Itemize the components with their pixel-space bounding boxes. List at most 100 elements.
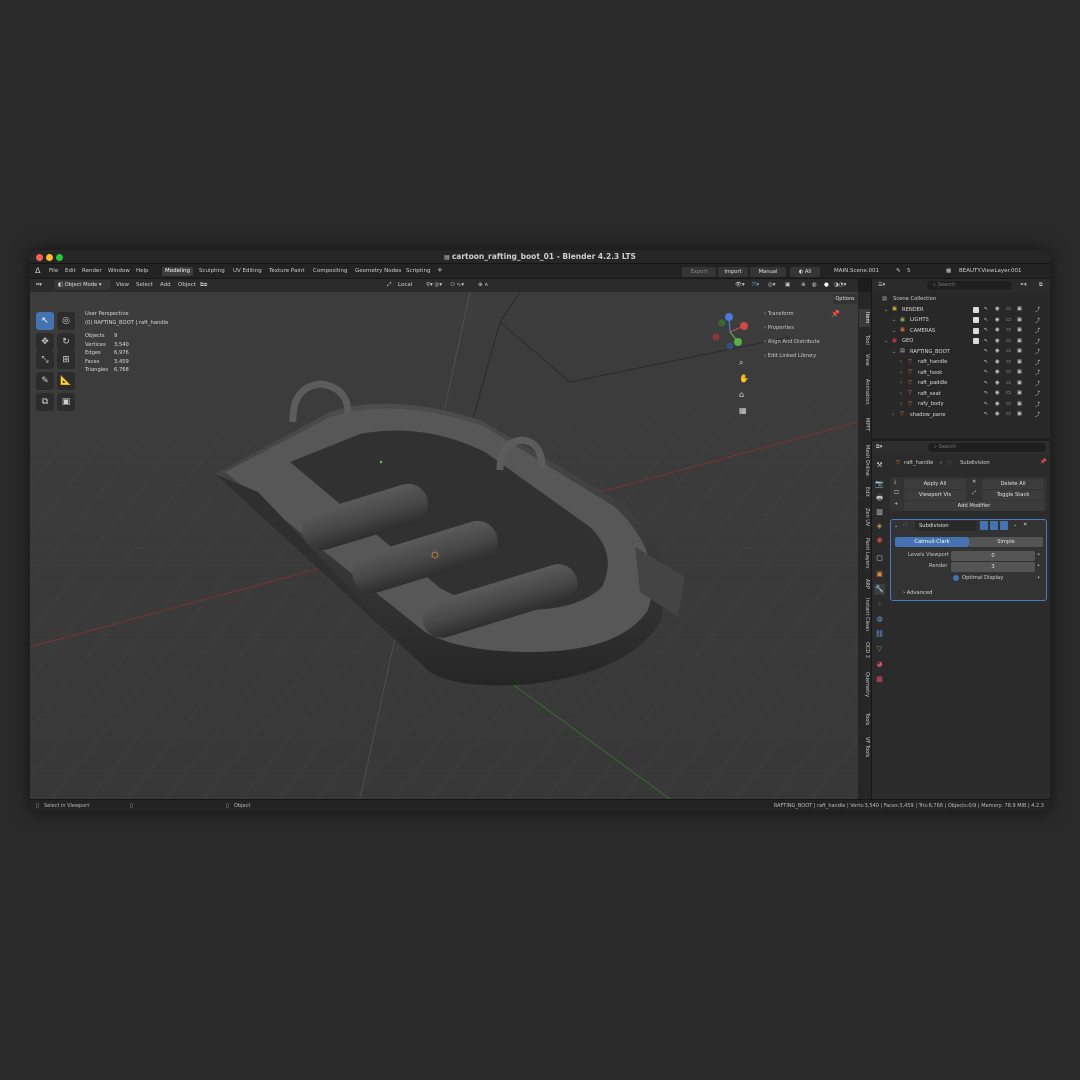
modifier-tab-icon[interactable]: 🔧	[874, 584, 885, 595]
import-button[interactable]: Import	[718, 267, 748, 277]
world-tab-icon[interactable]: ◉	[874, 535, 885, 546]
monitor-icon[interactable]: ▭	[1006, 401, 1011, 407]
npanel-edit-linked-library[interactable]: › Edit Linked Library	[764, 353, 816, 359]
move-tool[interactable]: ✥	[36, 333, 54, 351]
menu-add[interactable]: Add	[160, 282, 171, 288]
outliner-row-cameras[interactable]: ⌄ ▣ CAMERAS ↖ ◉ ▭ ▣ ⤴	[872, 326, 1050, 337]
npanel-transform[interactable]: › Transform	[764, 311, 794, 317]
remove-modifier-icon[interactable]: ✕	[1023, 522, 1027, 528]
select-arrow-icon[interactable]: ↖	[984, 359, 988, 365]
view-layer-selector[interactable]: BEAUTY.ViewLayer.001	[959, 268, 1022, 274]
menu-object[interactable]: Object	[178, 282, 196, 288]
outliner-row-render[interactable]: ⌄ ▣ RENDER ↖ ◉ ▭ ▣ ⤴	[872, 305, 1050, 316]
eye-icon[interactable]: ◉	[995, 338, 1000, 344]
workspace-tab-sculpting[interactable]: Sculpting	[196, 267, 228, 276]
3d-viewport[interactable]: ↖ ◎ ✥ ↻ ⤡ ⊞ ✎ 📐 ⧉ ▣ User Perspective (0)…	[30, 292, 858, 799]
sidebar-tab-view[interactable]: View	[859, 352, 870, 368]
sidebar-tab-mesh-online[interactable]: Mesh Online	[859, 440, 870, 480]
sidebar-tab-tool[interactable]: Tool	[859, 332, 870, 348]
outliner-row-rafy-body[interactable]: › ▽ rafy_body ↖ ◉ ▭ ▣ ⤴	[872, 399, 1050, 410]
camera-icon[interactable]: ▣	[1017, 390, 1022, 396]
camera-icon[interactable]: ▣	[1017, 380, 1022, 386]
sidebar-tab-vf-tools[interactable]: VF Tools	[859, 734, 870, 760]
sidebar-tab-quemetry[interactable]: Quemetry	[859, 666, 870, 704]
camera-icon[interactable]: ▣	[1017, 369, 1022, 375]
menu-help[interactable]: Help	[136, 268, 149, 274]
extra-tool[interactable]: ▣	[57, 393, 75, 411]
viewport-vis-button[interactable]: Viewport Vis	[904, 490, 966, 500]
visibility-icon[interactable]: 👁▾	[735, 282, 745, 288]
select-arrow-icon[interactable]: ↖	[984, 401, 988, 407]
collection-tab-icon[interactable]: ▢	[874, 553, 885, 564]
select-arrow-icon[interactable]: ↖	[984, 380, 988, 386]
simple-option[interactable]: Simple	[969, 537, 1043, 547]
scene-selector[interactable]: MAIN.Scene.001	[834, 268, 879, 274]
render-tab-icon[interactable]: 📷	[874, 479, 885, 490]
levels-viewport-field[interactable]: 0	[951, 551, 1035, 561]
sidebar-tab-item[interactable]: Item	[859, 309, 870, 327]
properties-search-input[interactable]: ⌕ Search	[928, 443, 1046, 452]
monitor-icon[interactable]: ▭	[1006, 338, 1011, 344]
select-arrow-icon[interactable]: ↖	[984, 369, 988, 375]
material-tab-icon[interactable]: ◕	[874, 659, 885, 670]
object-tab-icon[interactable]: ▣	[874, 569, 885, 580]
delete-all-button[interactable]: Delete All	[982, 479, 1044, 489]
transform-tool[interactable]: ⊞	[57, 351, 75, 369]
exclude-checkbox[interactable]	[973, 327, 979, 334]
menu-select[interactable]: Select	[136, 282, 153, 288]
sidebar-tab-arp[interactable]: ARP	[859, 577, 870, 591]
menu-view[interactable]: View	[116, 282, 129, 288]
rotate-tool[interactable]: ↻	[57, 333, 75, 351]
edit-mode-toggle-icon[interactable]	[980, 521, 988, 530]
wireframe-shading-icon[interactable]: ⊕	[801, 282, 806, 288]
manual-button[interactable]: Manual	[750, 267, 786, 277]
link-icon[interactable]: ⤴	[1035, 306, 1040, 313]
add-cube-tool[interactable]: ⧉	[36, 393, 54, 411]
workspace-tab-compositing[interactable]: Compositing	[310, 267, 350, 276]
link-icon[interactable]: ⤴	[1035, 401, 1040, 408]
chevron-down-icon[interactable]: ⌄	[894, 523, 898, 529]
eye-icon[interactable]: ◉	[995, 369, 1000, 375]
link-icon[interactable]: ⤴	[1035, 411, 1040, 418]
expand-chevron-icon[interactable]: ⌄	[884, 307, 888, 313]
render-levels-field[interactable]: 3	[951, 562, 1035, 572]
camera-icon[interactable]: ▣	[1017, 306, 1022, 312]
new-collection-icon[interactable]: ⧉	[1039, 282, 1043, 289]
export-button[interactable]: Export	[682, 267, 716, 277]
catmull-clark-option[interactable]: Catmull-Clark	[895, 537, 969, 547]
proportional-icon[interactable]: ⚇ ∿▾	[450, 282, 464, 288]
link-icon[interactable]: ⤴	[1035, 317, 1040, 324]
expand-chevron-icon[interactable]: ›	[900, 359, 902, 365]
exclude-checkbox[interactable]	[973, 338, 979, 344]
select-box-tool[interactable]: ↖	[36, 312, 54, 330]
exclude-checkbox[interactable]	[973, 306, 979, 313]
sidebar-tab-mpft[interactable]: MPFT	[859, 416, 870, 434]
link-icon[interactable]: ⤴	[1035, 348, 1040, 355]
dropdown-chevron-icon[interactable]: ⌄	[1013, 522, 1017, 528]
camera-view-icon[interactable]: ⌂	[739, 390, 744, 399]
texture-tab-icon[interactable]: ▩	[874, 674, 885, 685]
camera-icon[interactable]: ▣	[1017, 401, 1022, 407]
select-arrow-icon[interactable]: ↖	[984, 338, 988, 344]
select-arrow-icon[interactable]: ↖	[984, 306, 988, 312]
render-toggle-icon[interactable]	[1000, 521, 1008, 530]
pan-hand-icon[interactable]: ✋	[739, 374, 749, 383]
mode-selector[interactable]: ◧ Object Mode ▾	[54, 280, 110, 290]
eye-icon[interactable]: ◉	[995, 327, 1000, 333]
camera-icon[interactable]: ▣	[1017, 411, 1022, 417]
physics-tab-icon[interactable]: ◍	[874, 614, 885, 625]
camera-icon[interactable]: ▣	[1017, 327, 1022, 333]
eye-icon[interactable]: ◉	[995, 306, 1000, 312]
menu-edit[interactable]: Edit	[65, 268, 76, 274]
link-icon[interactable]: ⤴	[1035, 327, 1040, 334]
measure-tool[interactable]: 📐	[57, 372, 75, 390]
material-shading-icon[interactable]: ●	[824, 282, 829, 288]
expand-chevron-icon[interactable]: ⌄	[892, 317, 896, 323]
scale-tool[interactable]: ⤡	[36, 351, 54, 369]
sidebar-tab-paint-layers[interactable]: Paint Layers	[859, 535, 870, 571]
outliner-search-input[interactable]: ⌕ Search	[927, 281, 1012, 290]
eye-icon[interactable]: ◉	[995, 411, 1000, 417]
z-axis-icon[interactable]	[725, 313, 733, 321]
advanced-subpanel[interactable]: › Advanced	[903, 590, 932, 596]
apply-all-button[interactable]: Apply All	[904, 479, 966, 489]
